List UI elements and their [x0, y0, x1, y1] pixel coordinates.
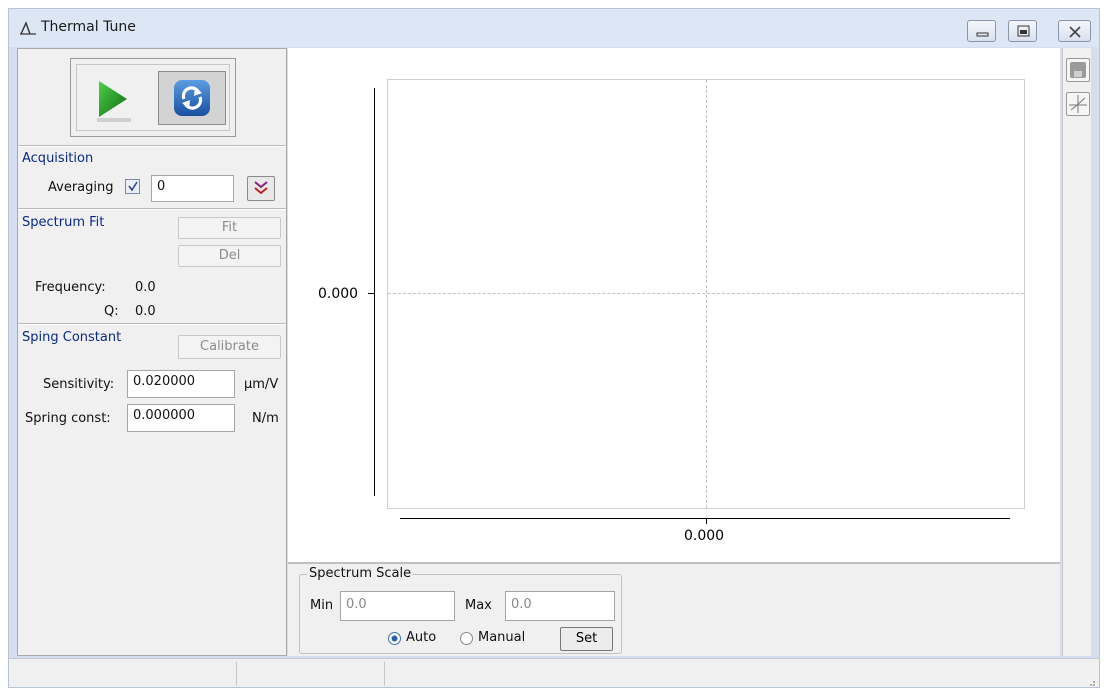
- start-button[interactable]: [87, 73, 149, 125]
- expand-button[interactable]: [247, 176, 275, 201]
- averaging-label: Averaging: [48, 180, 114, 195]
- spectrum-fit-section-label: Spectrum Fit: [22, 215, 105, 230]
- fit-button[interactable]: Fit: [178, 217, 281, 239]
- divider: [18, 209, 286, 210]
- set-button[interactable]: Set: [560, 627, 613, 651]
- divider: [18, 324, 286, 325]
- status-divider: [384, 662, 385, 686]
- resize-grip-icon[interactable]: [1086, 676, 1096, 686]
- title-bar[interactable]: [9, 9, 1099, 47]
- sensitivity-value: 0.020000: [133, 374, 196, 389]
- averaging-checkbox[interactable]: [125, 179, 140, 194]
- close-button[interactable]: [1058, 20, 1091, 42]
- spring-const-label: Spring const:: [25, 411, 111, 426]
- window-title: Thermal Tune: [41, 19, 136, 35]
- refresh-button[interactable]: [158, 71, 226, 125]
- max-value: 0.0: [511, 597, 532, 612]
- sensitivity-input[interactable]: 0.020000: [127, 370, 235, 398]
- x-axis: [400, 518, 1010, 519]
- frequency-value: 0.0: [135, 280, 156, 295]
- peak-icon: [20, 20, 36, 36]
- acquisition-section-label: Acquisition: [22, 151, 94, 166]
- restore-icon: [1017, 25, 1030, 37]
- refresh-icon: [174, 80, 210, 116]
- spring-const-input[interactable]: 0.000000: [127, 404, 235, 432]
- vertical-gridline: [706, 80, 707, 508]
- save-icon: [1070, 62, 1086, 78]
- max-label: Max: [465, 598, 492, 613]
- spring-constant-section-label: Sping Constant: [22, 330, 122, 345]
- min-input[interactable]: 0.0: [340, 591, 455, 621]
- min-label: Min: [310, 598, 334, 613]
- manual-radio[interactable]: [460, 632, 473, 645]
- double-chevron-down-icon: [254, 181, 268, 195]
- y-tick-label: 0.000: [318, 286, 359, 302]
- max-input[interactable]: 0.0: [505, 591, 615, 621]
- y-axis: [374, 88, 375, 496]
- minimize-icon: [976, 32, 989, 37]
- y-axis-tick: [368, 293, 374, 294]
- right-toolbar: [1062, 48, 1091, 656]
- calibrate-button[interactable]: Calibrate: [178, 335, 281, 359]
- sensitivity-label: Sensitivity:: [43, 377, 115, 392]
- save-button[interactable]: [1066, 58, 1090, 82]
- spectrum-scale-legend: Spectrum Scale: [307, 566, 414, 581]
- x-tick-label: 0.000: [684, 528, 725, 544]
- auto-label: Auto: [406, 630, 437, 645]
- divider: [18, 146, 286, 147]
- minimize-button[interactable]: [967, 20, 996, 42]
- sensitivity-unit: µm/V: [244, 377, 279, 392]
- auto-radio[interactable]: [388, 632, 401, 645]
- status-divider: [236, 662, 237, 686]
- min-value: 0.0: [346, 597, 367, 612]
- del-button[interactable]: Del: [178, 245, 281, 267]
- averaging-value: 0: [157, 179, 166, 194]
- restore-button[interactable]: [1008, 20, 1037, 42]
- q-value: 0.0: [135, 304, 156, 319]
- spring-const-value: 0.000000: [133, 408, 196, 423]
- check-icon: [128, 181, 138, 192]
- status-bar: [9, 658, 1099, 687]
- manual-label: Manual: [478, 630, 526, 645]
- x-axis-tick: [706, 518, 707, 524]
- play-icon: [97, 81, 131, 122]
- frequency-label: Frequency:: [35, 280, 106, 295]
- radio-selected-dot: [391, 635, 398, 642]
- close-icon: [1069, 26, 1081, 38]
- averaging-input[interactable]: 0: [151, 175, 234, 202]
- crosshair-icon: [1069, 95, 1087, 113]
- spring-const-unit: N/m: [252, 411, 279, 426]
- q-label: Q:: [104, 304, 119, 319]
- crosshair-button[interactable]: [1066, 92, 1090, 116]
